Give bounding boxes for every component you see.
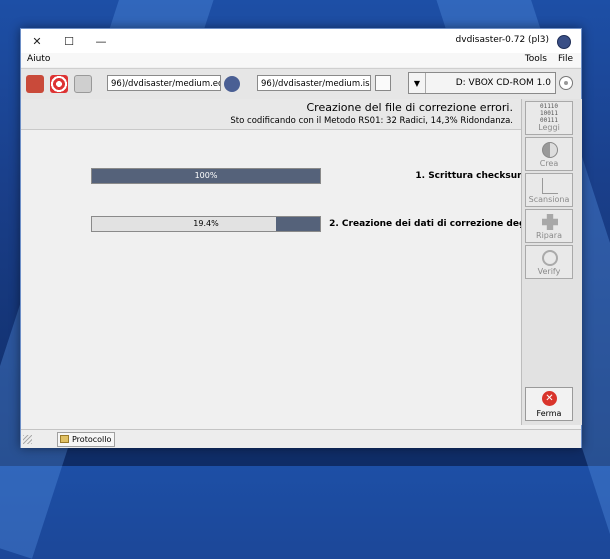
folder-icon bbox=[60, 435, 69, 443]
ecc-path-field[interactable]: 96)/dvdisaster/medium.ecc bbox=[107, 75, 221, 91]
repair-label: Ripara bbox=[536, 231, 562, 240]
task-title: Creazione del file di correzione errori. bbox=[306, 101, 514, 114]
puzzle-icon bbox=[542, 214, 558, 230]
main-panel: Creazione del file di correzione errori.… bbox=[21, 99, 582, 425]
iso-path-field[interactable]: 96)/dvdisaster/medium.iso bbox=[257, 75, 371, 91]
progress-bar-checksum: 100% bbox=[91, 168, 321, 184]
stop-label: Ferma bbox=[536, 409, 562, 418]
minimize-icon: — bbox=[95, 34, 107, 48]
status-bar: Protocollo bbox=[21, 429, 581, 448]
task-subtitle: Sto codificando con il Metodo RS01: 32 R… bbox=[230, 116, 513, 126]
protocol-label: Protocollo bbox=[72, 435, 112, 444]
maximize-icon: ☐ bbox=[64, 34, 74, 48]
magnifier-icon bbox=[542, 250, 558, 266]
menu-tools[interactable]: Tools bbox=[525, 54, 547, 64]
maximize-button[interactable]: ☐ bbox=[53, 29, 85, 53]
scan-chart-icon bbox=[542, 178, 558, 194]
stop-icon: ✕ bbox=[542, 391, 557, 406]
create-button[interactable]: Crea bbox=[525, 137, 573, 171]
read-button[interactable]: 01110 10011 00111 Leggi bbox=[525, 101, 573, 135]
progress-bar-ecc: 19.4% bbox=[91, 216, 321, 232]
cd-drive-icon bbox=[559, 76, 573, 90]
task-header: Creazione del file di correzione errori.… bbox=[21, 99, 521, 130]
menu-file[interactable]: File bbox=[558, 54, 573, 64]
close-icon: ✕ bbox=[32, 34, 42, 48]
ecc-file-icon[interactable] bbox=[224, 76, 240, 92]
preferences-icon[interactable] bbox=[74, 75, 92, 93]
read-label: Leggi bbox=[538, 123, 560, 132]
menu-help[interactable]: Aiuto bbox=[27, 54, 50, 64]
yin-yang-icon bbox=[542, 142, 558, 158]
create-label: Crea bbox=[539, 159, 559, 168]
app-icon bbox=[557, 35, 571, 49]
chevron-down-icon: ▼ bbox=[409, 73, 426, 93]
app-window: ✕ ☐ — dvdisaster-0.72 (pl3) Aiuto Tools … bbox=[20, 28, 582, 448]
iso-file-icon[interactable] bbox=[375, 75, 391, 91]
toolbar: 96)/dvdisaster/medium.ecc 96)/dvdisaster… bbox=[21, 68, 581, 100]
binary-icon: 01110 10011 00111 bbox=[539, 103, 559, 124]
minimize-button[interactable]: — bbox=[85, 29, 117, 53]
protocol-button[interactable]: Protocollo bbox=[57, 432, 116, 447]
repair-button[interactable]: Ripara bbox=[525, 209, 573, 243]
title-bar: ✕ ☐ — dvdisaster-0.72 (pl3) bbox=[21, 29, 581, 53]
help-lifebuoy-icon[interactable] bbox=[50, 75, 68, 93]
menu-bar: Aiuto Tools File bbox=[21, 53, 581, 67]
progress-text-checksum: 100% bbox=[194, 171, 218, 180]
quit-icon[interactable] bbox=[26, 75, 44, 93]
resize-grip-icon[interactable] bbox=[23, 435, 32, 444]
progress-text-ecc: 19.4% bbox=[193, 219, 219, 228]
action-sidebar: 01110 10011 00111 Leggi Crea Scansiona R… bbox=[521, 99, 582, 425]
verify-button[interactable]: Verify bbox=[525, 245, 573, 279]
scan-label: Scansiona bbox=[528, 195, 570, 204]
close-button[interactable]: ✕ bbox=[21, 29, 53, 53]
stop-button[interactable]: ✕ Ferma bbox=[525, 387, 573, 421]
drive-label: D: VBOX CD-ROM 1.0 bbox=[455, 78, 551, 88]
scan-button[interactable]: Scansiona bbox=[525, 173, 573, 207]
drive-select[interactable]: ▼ D: VBOX CD-ROM 1.0 bbox=[408, 72, 556, 94]
verify-label: Verify bbox=[537, 267, 561, 276]
window-title: dvdisaster-0.72 (pl3) bbox=[455, 35, 549, 45]
